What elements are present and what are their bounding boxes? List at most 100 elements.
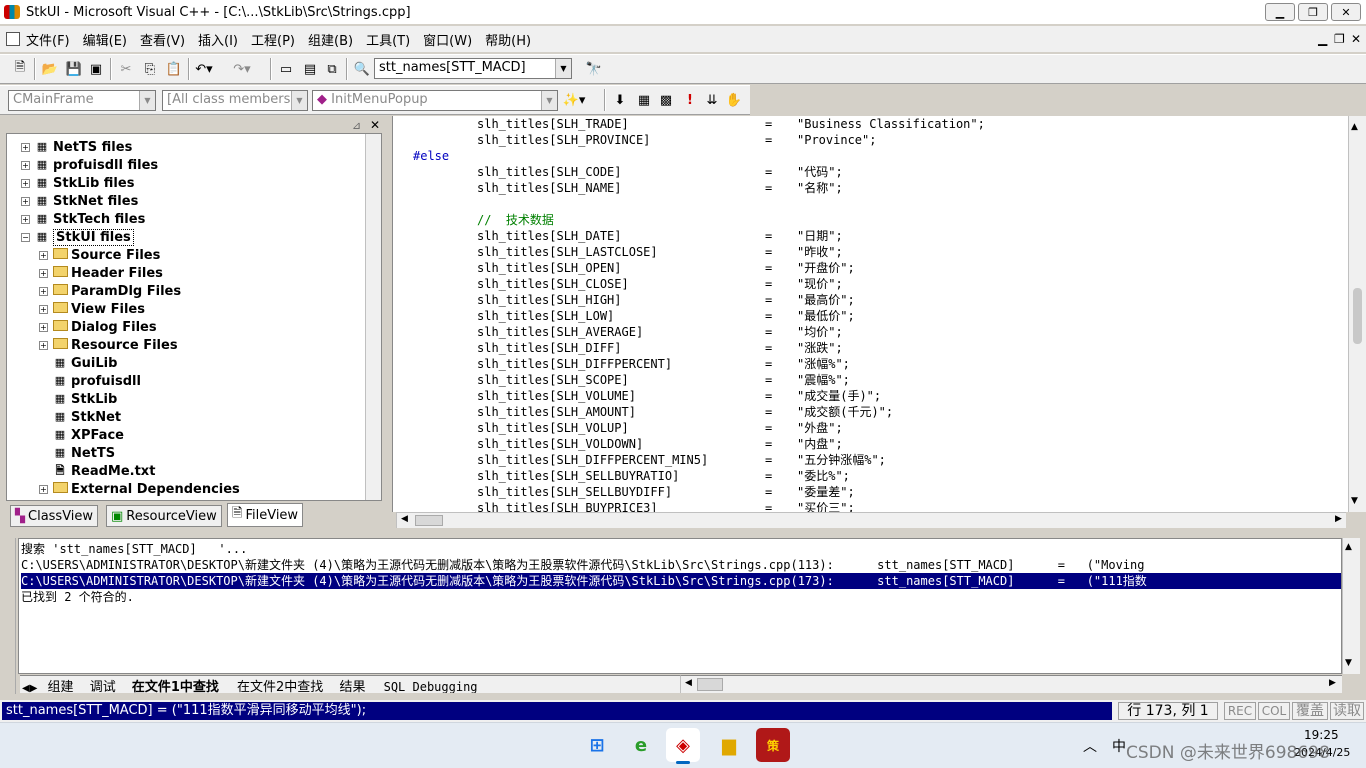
cut-icon[interactable]: ✂ xyxy=(116,59,136,79)
tree-item[interactable]: ▦ NetTS xyxy=(39,444,115,462)
chevron-down-icon[interactable]: ▼ xyxy=(555,59,571,78)
chevron-down-icon[interactable]: ▼ xyxy=(541,91,557,110)
tree-scrollbar[interactable] xyxy=(365,134,381,500)
scroll-down-icon[interactable]: ▼ xyxy=(1345,658,1352,668)
chevron-down-icon[interactable]: ▼ xyxy=(291,91,307,110)
go-icon[interactable]: ⇊ xyxy=(702,90,722,110)
expand-icon[interactable]: + xyxy=(21,160,30,170)
panel-close-icon[interactable]: ✕ xyxy=(370,118,380,132)
stop-build-icon[interactable]: ▩ xyxy=(656,90,676,110)
workspace-icon[interactable]: ▭ xyxy=(276,59,296,79)
find-combo[interactable]: stt_names[STT_MACD] ▼ xyxy=(374,58,572,79)
tree-item[interactable]: ▦ GuiLib xyxy=(39,354,118,372)
tab-find-in-files-2[interactable]: 在文件2中查找 xyxy=(237,680,323,693)
hscroll-thumb[interactable] xyxy=(697,678,723,691)
expand-icon[interactable]: + xyxy=(21,214,30,224)
output-vscrollbar[interactable]: ▲ ▼ xyxy=(1342,538,1360,674)
tree-item[interactable]: + Dialog Files xyxy=(39,318,157,336)
expand-icon[interactable]: + xyxy=(39,268,48,278)
breakpoint-hand-icon[interactable]: ✋ xyxy=(724,90,744,110)
tab-classview[interactable]: ▚ ClassView xyxy=(10,505,99,527)
filter-combo[interactable]: [All class members] ▼ xyxy=(162,90,308,111)
compile-icon[interactable]: ⬇ xyxy=(610,90,630,110)
chevron-down-icon[interactable]: ▼ xyxy=(139,91,155,110)
tree-item[interactable]: ▦ profuisdll xyxy=(39,372,141,390)
explorer-folder-icon[interactable]: ▆ xyxy=(712,728,746,762)
expand-icon[interactable]: + xyxy=(39,322,48,332)
expand-icon[interactable]: + xyxy=(39,484,48,494)
tree-item[interactable]: − ▦ StkUI files xyxy=(21,228,134,246)
tree-item[interactable]: + External Dependencies xyxy=(39,480,240,498)
copy-icon[interactable]: ⎘ xyxy=(140,59,160,79)
mdi-restore-icon[interactable]: ❐ xyxy=(1334,32,1345,46)
scroll-thumb[interactable] xyxy=(1353,288,1362,344)
mdi-minimize-icon[interactable]: ▁ xyxy=(1318,32,1327,46)
panel-maximize-icon[interactable]: ⊿ xyxy=(352,119,361,132)
execute-icon[interactable]: ! xyxy=(680,90,700,110)
scroll-left-icon[interactable]: ◀ xyxy=(685,678,692,688)
wizard-action-icon[interactable]: ✨▾ xyxy=(563,90,586,110)
vc-app-icon[interactable]: ◈ xyxy=(666,728,700,762)
expand-icon[interactable]: + xyxy=(21,178,30,188)
tab-fileview[interactable]: 🗎 FileView xyxy=(227,503,304,527)
menu-tools[interactable]: 工具(T) xyxy=(366,30,410,49)
scroll-up-icon[interactable]: ▲ xyxy=(1345,542,1352,552)
tab-prev-icon[interactable]: ◀▶ xyxy=(22,683,37,693)
tree-item[interactable]: + Header Files xyxy=(39,264,163,282)
browser-icon[interactable]: e xyxy=(624,728,658,762)
tree-item[interactable]: + ▦ StkTech files xyxy=(21,210,145,228)
output-line[interactable]: 已找到 2 个符合的. xyxy=(21,589,134,605)
paste-icon[interactable]: 📋 xyxy=(164,59,184,79)
output-line-selected[interactable]: C:\USERS\ADMINISTRATOR\DESKTOP\新建文件夹 (4)… xyxy=(21,573,1341,589)
tree-item[interactable]: + ▦ StkLib files xyxy=(21,174,134,192)
hscroll-thumb[interactable] xyxy=(415,515,443,526)
tree-item[interactable]: + ▦ StkNet files xyxy=(21,192,138,210)
code-editor[interactable]: slh_titles[SLH_TRADE] = "Business Classifi… xyxy=(392,116,1366,512)
output-hscrollbar[interactable]: ◀ ▶ xyxy=(680,675,1342,693)
tree-item[interactable]: + Resource Files xyxy=(39,336,178,354)
scroll-up-icon[interactable]: ▲ xyxy=(1351,122,1358,132)
build-icon[interactable]: ▦ xyxy=(634,90,654,110)
output-icon[interactable]: ▤ xyxy=(300,59,320,79)
tree-item[interactable]: + ▦ profuisdll files xyxy=(21,156,158,174)
restore-button[interactable]: ❐ xyxy=(1298,3,1328,21)
menu-build[interactable]: 组建(B) xyxy=(308,30,353,49)
tab-sql-debugging[interactable]: SQL Debugging xyxy=(384,680,478,693)
scroll-down-icon[interactable]: ▼ xyxy=(1351,496,1358,506)
output-line[interactable]: 搜索 'stt_names[STT_MACD] '... xyxy=(21,541,247,557)
new-text-file-icon[interactable]: 🗎 xyxy=(10,59,30,79)
menu-view[interactable]: 查看(V) xyxy=(140,30,185,49)
menu-insert[interactable]: 插入(I) xyxy=(198,30,238,49)
expand-icon[interactable]: + xyxy=(39,340,48,350)
tree-item[interactable]: + ▦ NetTS files xyxy=(21,138,132,156)
menu-window[interactable]: 窗口(W) xyxy=(423,30,472,49)
scroll-left-icon[interactable]: ◀ xyxy=(401,514,408,524)
tree-item[interactable]: ▦ StkNet xyxy=(39,408,121,426)
editor-hscrollbar[interactable]: ◀ ▶ xyxy=(396,512,1346,528)
minimize-button[interactable]: ▁ xyxy=(1265,3,1295,21)
output-line[interactable]: C:\USERS\ADMINISTRATOR\DESKTOP\新建文件夹 (4)… xyxy=(21,557,1145,573)
tray-chevron-up-icon[interactable]: ︿ xyxy=(1083,736,1097,756)
menu-project[interactable]: 工程(P) xyxy=(251,30,295,49)
window-list-icon[interactable]: ⧉ xyxy=(322,59,342,79)
expand-icon[interactable]: + xyxy=(39,250,48,260)
open-icon[interactable]: 📂 xyxy=(40,59,60,79)
expand-icon[interactable]: + xyxy=(21,142,30,152)
save-icon[interactable]: 💾 xyxy=(64,59,84,79)
close-button[interactable]: ✕ xyxy=(1331,3,1361,21)
tree-item[interactable]: + ParamDlg Files xyxy=(39,282,181,300)
tree-item[interactable]: ▦ XPFace xyxy=(39,426,124,444)
menu-file[interactable]: 文件(F) xyxy=(26,30,70,49)
tree-item[interactable]: 🗎 ReadMe.txt xyxy=(39,462,156,480)
tree-item[interactable]: + View Files xyxy=(39,300,145,318)
mdi-close-icon[interactable]: ✕ xyxy=(1351,32,1361,46)
tab-find-in-files-1[interactable]: 在文件1中查找 xyxy=(132,680,219,693)
ime-indicator[interactable]: 中 xyxy=(1112,736,1126,756)
expand-icon[interactable]: + xyxy=(21,196,30,206)
tab-debug[interactable]: 调试 xyxy=(90,680,116,693)
menu-edit[interactable]: 编辑(E) xyxy=(83,30,127,49)
scroll-right-icon[interactable]: ▶ xyxy=(1329,678,1336,688)
expand-icon[interactable]: + xyxy=(39,286,48,296)
expand-icon[interactable]: + xyxy=(39,304,48,314)
tree-item[interactable]: ▦ StkLib xyxy=(39,390,117,408)
